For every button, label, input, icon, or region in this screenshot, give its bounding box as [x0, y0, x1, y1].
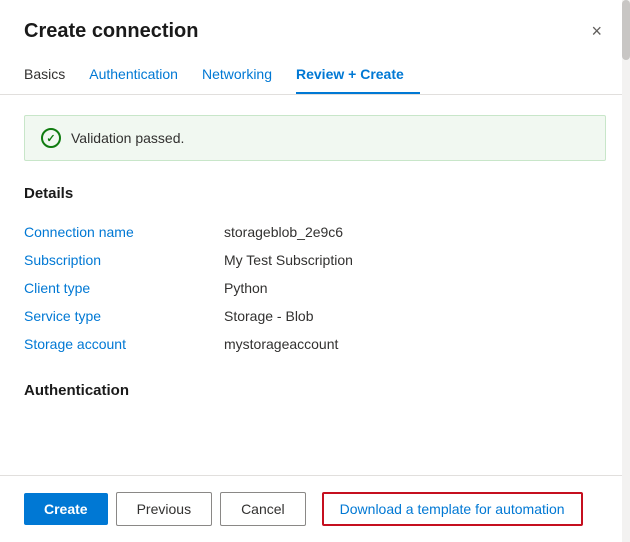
label-client-type: Client type — [24, 280, 224, 296]
scrollbar-thumb[interactable] — [622, 0, 630, 60]
label-subscription: Subscription — [24, 252, 224, 268]
details-table: Connection name storageblob_2e9c6 Subscr… — [24, 218, 606, 358]
validation-banner: Validation passed. — [24, 115, 606, 161]
create-button[interactable]: Create — [24, 493, 108, 525]
validation-text: Validation passed. — [71, 130, 184, 146]
tab-networking[interactable]: Networking — [202, 56, 288, 94]
detail-row-service-type: Service type Storage - Blob — [24, 302, 606, 330]
value-subscription: My Test Subscription — [224, 252, 353, 268]
label-connection-name: Connection name — [24, 224, 224, 240]
value-connection-name: storageblob_2e9c6 — [224, 224, 343, 240]
value-service-type: Storage - Blob — [224, 308, 314, 324]
tab-authentication[interactable]: Authentication — [89, 56, 194, 94]
tab-basics[interactable]: Basics — [24, 56, 81, 94]
close-button[interactable]: × — [587, 18, 606, 44]
previous-button[interactable]: Previous — [116, 492, 212, 526]
dialog-footer: Create Previous Cancel Download a templa… — [0, 475, 630, 542]
detail-row-storage-account: Storage account mystorageaccount — [24, 330, 606, 358]
value-storage-account: mystorageaccount — [224, 336, 338, 352]
auth-section-title: Authentication — [24, 382, 606, 399]
tab-review-create[interactable]: Review + Create — [296, 56, 420, 94]
dialog-header: Create connection × — [0, 0, 630, 56]
value-client-type: Python — [224, 280, 268, 296]
dialog-content: Validation passed. Details Connection na… — [0, 95, 630, 475]
label-storage-account: Storage account — [24, 336, 224, 352]
details-section-title: Details — [24, 185, 606, 202]
detail-row-connection-name: Connection name storageblob_2e9c6 — [24, 218, 606, 246]
create-connection-dialog: Create connection × Basics Authenticatio… — [0, 0, 630, 542]
dialog-title: Create connection — [24, 20, 198, 43]
tab-bar: Basics Authentication Networking Review … — [0, 56, 630, 95]
detail-row-subscription: Subscription My Test Subscription — [24, 246, 606, 274]
validation-check-icon — [41, 128, 61, 148]
cancel-button[interactable]: Cancel — [220, 492, 306, 526]
scrollbar-track — [622, 0, 630, 542]
detail-row-client-type: Client type Python — [24, 274, 606, 302]
download-template-button[interactable]: Download a template for automation — [322, 492, 583, 526]
label-service-type: Service type — [24, 308, 224, 324]
